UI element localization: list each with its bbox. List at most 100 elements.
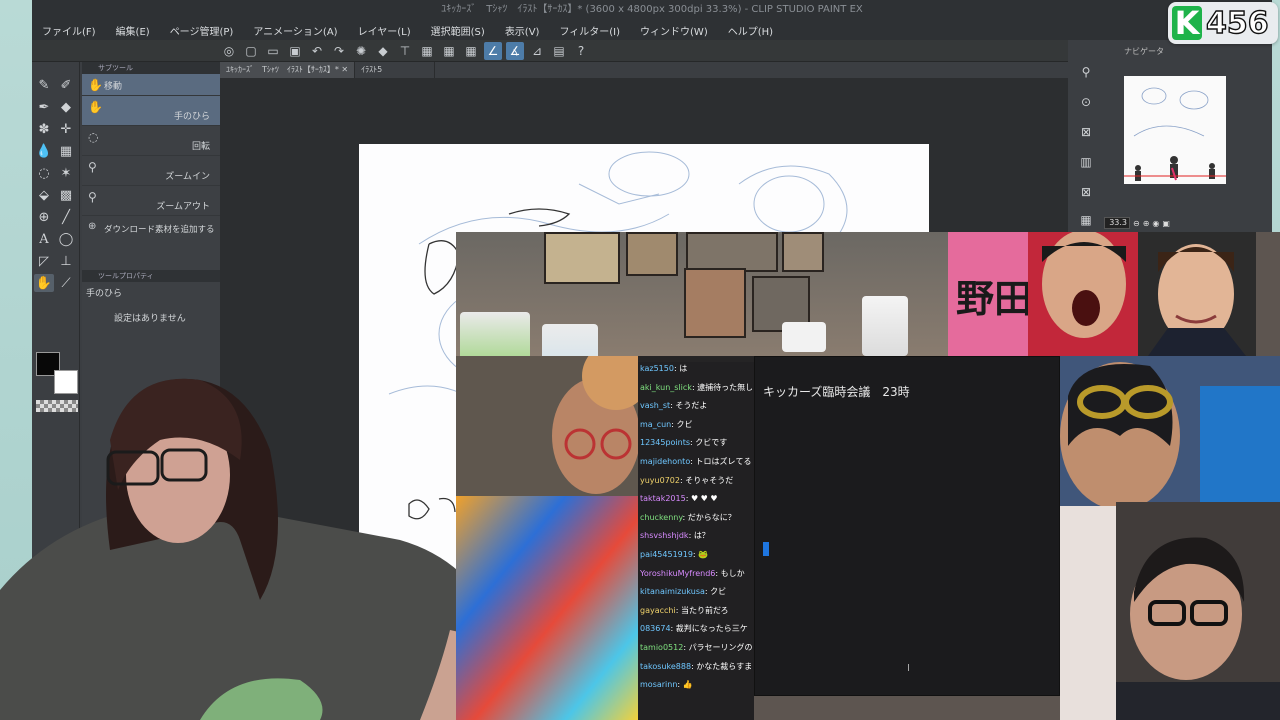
- clip-studio-icon[interactable]: ◎: [220, 42, 238, 60]
- chat-username[interactable]: yuyu0702: [640, 476, 680, 485]
- frame-icon[interactable]: ◸: [34, 252, 54, 270]
- layer-icon[interactable]: ▥: [1076, 152, 1096, 172]
- navigator-thumbnail[interactable]: [1124, 76, 1226, 184]
- document-icon[interactable]: ▤: [550, 42, 568, 60]
- ruler-icon[interactable]: ⊥: [56, 252, 76, 270]
- poster-1: [544, 232, 620, 284]
- selection-b-icon[interactable]: ▦: [440, 42, 458, 60]
- save-icon[interactable]: ▣: [286, 42, 304, 60]
- menu-help[interactable]: ヘルプ(H): [728, 23, 773, 38]
- chat-username[interactable]: mosarinn: [640, 680, 677, 689]
- chat-username[interactable]: pai45451919: [640, 550, 693, 559]
- subtool-rotate[interactable]: ◌ 回転: [82, 126, 220, 156]
- menu-page[interactable]: ページ管理(P): [170, 23, 234, 38]
- chat-username[interactable]: takosuke888: [640, 662, 691, 671]
- snap-grid-icon[interactable]: ⊿: [528, 42, 546, 60]
- snap-ruler-icon[interactable]: ∠: [484, 41, 502, 60]
- meeting-window[interactable]: キッカーズ臨時会議 23時 I: [754, 356, 1060, 696]
- chat-username[interactable]: 083674: [640, 624, 671, 633]
- chat-username[interactable]: kaz5150: [640, 364, 674, 373]
- redo-icon[interactable]: ↷: [330, 42, 348, 60]
- decoration-icon[interactable]: ✽: [34, 120, 54, 138]
- chat-message: ma_cun: クビ: [640, 416, 752, 435]
- menu-layer[interactable]: レイヤー(L): [358, 23, 411, 38]
- material-icon[interactable]: ⊠: [1076, 122, 1096, 142]
- pencil-icon[interactable]: ✐: [56, 76, 76, 94]
- search-icon[interactable]: ⊙: [1076, 92, 1096, 112]
- grid-view-icon[interactable]: ▦: [1076, 210, 1096, 230]
- operation-icon[interactable]: ⊕: [34, 208, 54, 226]
- cup-stack-3: [782, 322, 826, 352]
- selection-a-icon[interactable]: ▦: [418, 42, 436, 60]
- lasso-icon[interactable]: ◌: [34, 164, 54, 182]
- chat-username[interactable]: YoroshikuMyfrend6: [640, 569, 715, 578]
- subtool-zoom-in[interactable]: ⚲ ズームイン: [82, 156, 220, 186]
- add-material-button[interactable]: ⊕ ダウンロード素材を追加する: [82, 216, 220, 240]
- brush-icon[interactable]: ✒: [34, 98, 54, 116]
- move-layer-icon[interactable]: ✛: [56, 120, 76, 138]
- add-icon: ⊕: [88, 221, 97, 232]
- chat-username[interactable]: tamio0512: [640, 643, 683, 652]
- transform-icon[interactable]: ⊤: [396, 42, 414, 60]
- hand-icon: ✋: [88, 78, 103, 92]
- tab-document-1[interactable]: ﾕｷｯｶｰｽﾞ Tｼｬﾂ ｲﾗｽﾄ【ｻｰｶｽ】* ✕: [220, 62, 356, 78]
- menu-filter[interactable]: フィルター(I): [559, 23, 620, 38]
- fill-icon[interactable]: ◆: [374, 42, 392, 60]
- subtool-move[interactable]: ✋ 移動: [82, 74, 220, 96]
- chat-message: YoroshikuMyfrend6: もしか: [640, 565, 752, 584]
- balloon-icon[interactable]: ◯: [56, 230, 76, 248]
- pen-icon[interactable]: ✎: [34, 76, 54, 94]
- chat-username[interactable]: kitanaimizukusa: [640, 587, 705, 596]
- chat-text: だからなに？: [687, 512, 736, 522]
- menu-selection[interactable]: 選択範囲(S): [431, 23, 485, 38]
- blend-icon[interactable]: 💧: [34, 142, 54, 160]
- bucket-icon[interactable]: ⬙: [34, 186, 54, 204]
- eraser-icon[interactable]: ◆: [56, 98, 76, 116]
- loading-icon[interactable]: ✺: [352, 42, 370, 60]
- chat-message: 12345points: クビです: [640, 434, 752, 453]
- menu-file[interactable]: ファイル(F): [42, 23, 96, 38]
- chat-username[interactable]: aki_kun_slick: [640, 383, 692, 392]
- chat-username[interactable]: taktak2015: [640, 494, 686, 503]
- close-icon[interactable]: ⊠: [1076, 182, 1096, 202]
- chat-username[interactable]: gayacchi: [640, 606, 676, 615]
- gradient-icon[interactable]: ▩: [56, 186, 76, 204]
- chat-username[interactable]: chuckenny: [640, 513, 683, 522]
- zoom-out-button-icon[interactable]: ⊖: [1133, 219, 1140, 228]
- zoom-level-input[interactable]: 33.3: [1104, 217, 1130, 229]
- grid-icon[interactable]: ▦: [56, 142, 76, 160]
- chat-username[interactable]: ma_cun: [640, 420, 671, 429]
- text-icon[interactable]: A: [34, 230, 54, 248]
- fit-icon[interactable]: ◉: [1152, 219, 1159, 228]
- magic-wand-icon[interactable]: ✶: [56, 164, 76, 182]
- menu-edit[interactable]: 編集(E): [116, 23, 150, 38]
- zoom-in-button-icon[interactable]: ⊕: [1143, 219, 1150, 228]
- snap-special-icon[interactable]: ∡: [506, 41, 524, 60]
- subtool-hand[interactable]: ✋ 手のひら: [82, 96, 220, 126]
- chat-username[interactable]: majidehonto: [640, 457, 690, 466]
- hand-tool-icon[interactable]: ✋: [34, 274, 54, 292]
- chat-text: そうだよ: [675, 401, 708, 411]
- chat-username[interactable]: shsvshshjdk: [640, 531, 689, 540]
- cup-stack-4: [862, 296, 908, 356]
- selection-c-icon[interactable]: ▦: [462, 42, 480, 60]
- layer-move-icon[interactable]: ⚲: [1076, 62, 1096, 82]
- menu-view[interactable]: 表示(V): [505, 23, 540, 38]
- open-folder-icon[interactable]: ▭: [264, 42, 282, 60]
- new-file-icon[interactable]: ▢: [242, 42, 260, 60]
- menu-window[interactable]: ウィンドウ(W): [640, 23, 708, 38]
- subtool-zoom-out[interactable]: ⚲ ズームアウト: [82, 186, 220, 216]
- settings-icon[interactable]: ?: [572, 42, 590, 60]
- chat-username[interactable]: vash_st: [640, 401, 670, 410]
- line-icon[interactable]: ╱: [56, 208, 76, 226]
- undo-icon[interactable]: ↶: [308, 42, 326, 60]
- menu-animation[interactable]: アニメーション(A): [253, 23, 337, 38]
- eyedropper-icon[interactable]: ⟋: [56, 274, 76, 292]
- flip-icon[interactable]: ▣: [1162, 219, 1170, 228]
- chat-text: 👍: [682, 680, 693, 690]
- poster-5: [684, 268, 746, 338]
- chat-text: 裁判になったら三ケ: [675, 624, 748, 634]
- tool-property-empty: 設定はありません: [114, 314, 186, 324]
- chat-username[interactable]: 12345points: [640, 438, 690, 447]
- tab-document-2[interactable]: ｲﾗｽﾄ5: [355, 62, 436, 78]
